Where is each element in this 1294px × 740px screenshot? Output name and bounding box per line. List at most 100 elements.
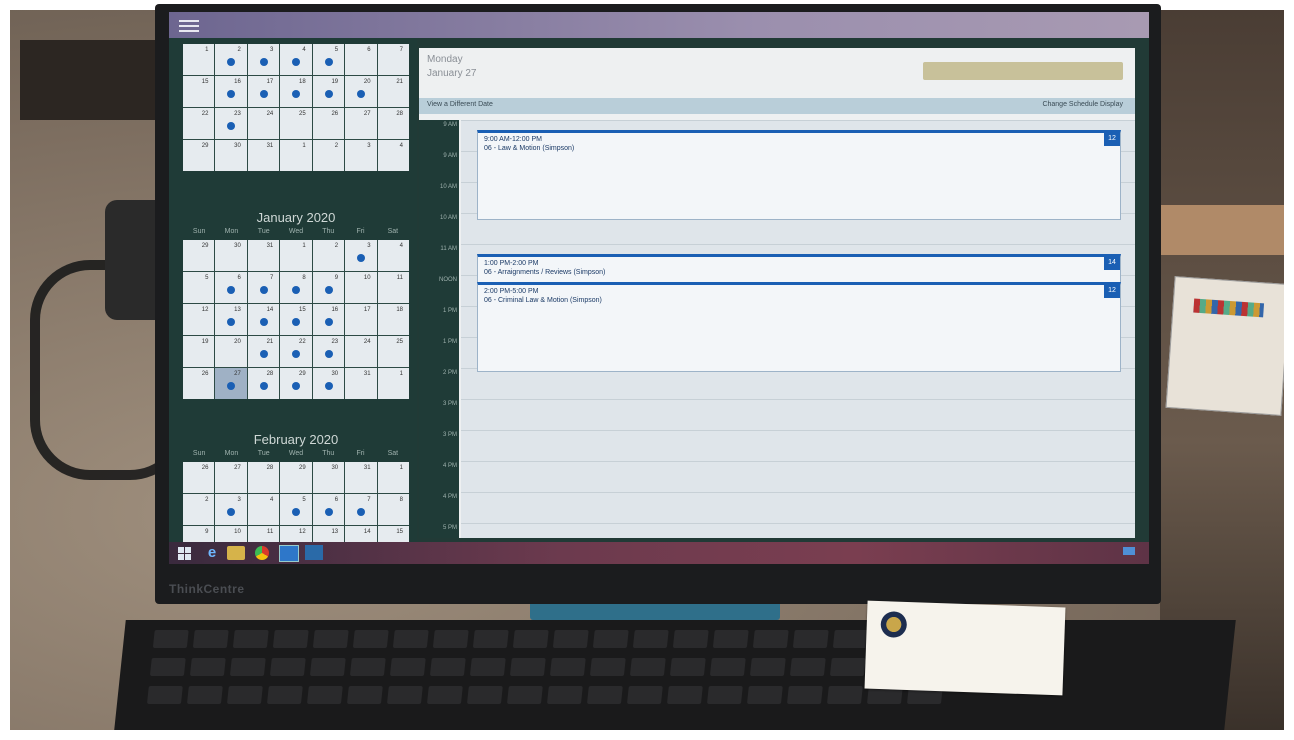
calendar-day[interactable]: 26 (183, 462, 215, 493)
calendar-day[interactable]: 5 (312, 44, 345, 75)
app-icon[interactable] (305, 545, 323, 560)
calendar-day[interactable]: 29 (280, 462, 312, 493)
calendar-day[interactable]: 7 (377, 44, 409, 75)
calendar-day[interactable]: 12 (280, 526, 312, 542)
calendar-day[interactable]: 31 (247, 240, 280, 271)
calendar-day[interactable]: 1 (280, 140, 312, 171)
calendar-day[interactable]: 3 (345, 240, 377, 271)
calendar-day[interactable]: 30 (215, 240, 247, 271)
calendar-day[interactable]: 11 (247, 526, 280, 542)
calendar-day[interactable]: 23 (312, 336, 345, 367)
calendar-day[interactable]: 18 (377, 304, 409, 335)
system-tray[interactable] (1123, 547, 1141, 555)
calendar-day[interactable]: 4 (377, 140, 409, 171)
calendar-day[interactable]: 20 (215, 336, 247, 367)
calendar-day[interactable]: 27 (215, 368, 247, 399)
calendar-day[interactable]: 15 (377, 526, 409, 542)
calendar-day[interactable]: 26 (183, 368, 215, 399)
calendar-day[interactable]: 22 (280, 336, 312, 367)
calendar-day[interactable]: 24 (247, 108, 280, 139)
internet-explorer-icon[interactable]: e (201, 544, 223, 562)
calendar-day[interactable]: 4 (280, 44, 312, 75)
calendar-day[interactable]: 27 (345, 108, 377, 139)
header-action-bar[interactable] (923, 62, 1123, 80)
calendar-day[interactable]: 1 (377, 368, 409, 399)
hamburger-menu-icon[interactable] (179, 17, 199, 33)
calendar-day[interactable]: 4 (377, 240, 409, 271)
event-card[interactable]: 1:00 PM-2:00 PM 06 - Arraignments / Revi… (477, 254, 1121, 284)
calendar-day[interactable]: 30 (312, 462, 345, 493)
calendar-day[interactable]: 2 (312, 140, 345, 171)
calendar-day[interactable]: 30 (312, 368, 345, 399)
calendar-day[interactable]: 12 (183, 304, 215, 335)
calendar-day[interactable]: 16 (215, 76, 247, 107)
calendar-day[interactable]: 25 (280, 108, 312, 139)
calendar-day[interactable]: 31 (345, 462, 377, 493)
calendar-day[interactable]: 3 (215, 494, 247, 525)
calendar-day[interactable]: 13 (215, 304, 247, 335)
calendar-day[interactable]: 20 (345, 76, 377, 107)
event-dot (259, 58, 268, 66)
calendar-day[interactable]: 24 (345, 336, 377, 367)
calendar-day[interactable]: 16 (312, 304, 345, 335)
calendar-day[interactable]: 5 (280, 494, 312, 525)
calendar-day[interactable]: 18 (280, 76, 312, 107)
calendar-day[interactable]: 14 (345, 526, 377, 542)
calendar-day[interactable]: 21 (247, 336, 280, 367)
calendar-day[interactable]: 13 (312, 526, 345, 542)
calendar-day[interactable]: 1 (280, 240, 312, 271)
calendar-day[interactable]: 5 (183, 272, 215, 303)
calendar-day[interactable]: 11 (377, 272, 409, 303)
calendar-day[interactable]: 2 (183, 494, 215, 525)
change-display-link[interactable]: Change Schedule Display (1042, 101, 1123, 108)
calendar-day[interactable]: 10 (215, 526, 247, 542)
calendar-day[interactable]: 23 (215, 108, 247, 139)
calendar-day[interactable]: 29 (183, 140, 215, 171)
calendar-app-icon[interactable] (279, 545, 299, 562)
calendar-day[interactable]: 1 (377, 462, 409, 493)
calendar-day[interactable]: 4 (247, 494, 280, 525)
event-card[interactable]: 2:00 PM-5:00 PM 06 - Criminal Law & Moti… (477, 282, 1121, 372)
calendar-day[interactable]: 17 (247, 76, 280, 107)
calendar-day[interactable]: 26 (312, 108, 345, 139)
calendar-day[interactable]: 6 (345, 44, 377, 75)
calendar-day[interactable]: 9 (312, 272, 345, 303)
calendar-day[interactable]: 28 (247, 462, 280, 493)
event-card[interactable]: 9:00 AM-12:00 PM 06 - Law & Motion (Simp… (477, 130, 1121, 220)
calendar-day[interactable]: 2 (215, 44, 247, 75)
file-explorer-icon[interactable] (227, 546, 245, 560)
calendar-day[interactable]: 28 (247, 368, 280, 399)
calendar-day[interactable]: 10 (345, 272, 377, 303)
calendar-day[interactable]: 14 (247, 304, 280, 335)
calendar-day[interactable]: 3 (345, 140, 377, 171)
calendar-day[interactable]: 28 (377, 108, 409, 139)
calendar-day[interactable]: 21 (377, 76, 409, 107)
calendar-day[interactable]: 17 (345, 304, 377, 335)
calendar-day[interactable]: 6 (312, 494, 345, 525)
calendar-day[interactable]: 31 (247, 140, 280, 171)
view-different-date-link[interactable]: View a Different Date (427, 101, 493, 108)
calendar-day[interactable]: 7 (247, 272, 280, 303)
calendar-day[interactable]: 6 (215, 272, 247, 303)
calendar-day[interactable]: 3 (247, 44, 280, 75)
calendar-day[interactable]: 29 (183, 240, 215, 271)
calendar-day[interactable]: 29 (280, 368, 312, 399)
calendar-day[interactable]: 8 (280, 272, 312, 303)
calendar-day[interactable]: 1 (183, 44, 215, 75)
calendar-day[interactable]: 15 (183, 76, 215, 107)
calendar-day[interactable]: 30 (215, 140, 247, 171)
calendar-day[interactable]: 31 (345, 368, 377, 399)
calendar-day[interactable]: 7 (345, 494, 377, 525)
calendar-day[interactable]: 19 (183, 336, 215, 367)
calendar-day[interactable]: 22 (183, 108, 215, 139)
calendar-day[interactable]: 25 (377, 336, 409, 367)
day-number: 17 (266, 79, 274, 85)
calendar-day[interactable]: 27 (215, 462, 247, 493)
calendar-day[interactable]: 2 (312, 240, 345, 271)
chrome-icon[interactable] (253, 544, 275, 562)
calendar-day[interactable]: 19 (312, 76, 345, 107)
calendar-day[interactable]: 8 (377, 494, 409, 525)
windows-start-icon[interactable] (175, 544, 197, 562)
calendar-day[interactable]: 9 (183, 526, 215, 542)
calendar-day[interactable]: 15 (280, 304, 312, 335)
